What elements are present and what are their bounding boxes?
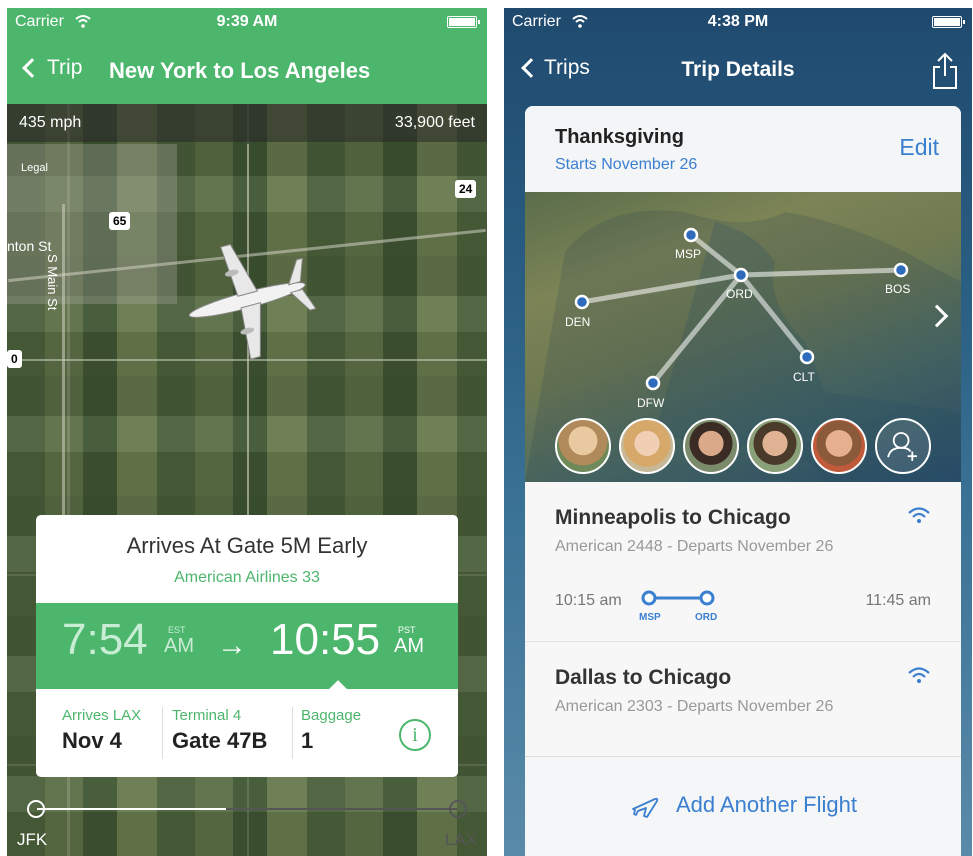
departure-time: 10:15 am	[555, 592, 622, 609]
flight-subtitle: American 2303 - Departs November 26	[555, 698, 834, 715]
airplane-icon	[188, 243, 317, 360]
traveler-avatars	[555, 418, 931, 474]
route-shield: 65	[109, 212, 131, 230]
map-pin	[893, 262, 909, 278]
status-bar: Carrier 4:38 PM	[504, 8, 972, 36]
route-map[interactable]: MSP ORD BOS DEN CLT DFW	[525, 192, 961, 482]
flight-row[interactable]: Minneapolis to Chicago American 2448 - D…	[525, 482, 961, 642]
divider	[292, 707, 293, 759]
route-to-code: ORD	[695, 612, 717, 623]
avatar[interactable]	[811, 418, 867, 474]
airline-flight: American Airlines 33	[174, 569, 320, 586]
airplane-icon	[632, 797, 659, 818]
avatar[interactable]	[619, 418, 675, 474]
destination-marker	[449, 800, 467, 818]
detail-label: Arrives LAX	[62, 707, 142, 724]
flight-subtitle: American 2448 - Departs November 26	[555, 538, 834, 555]
nav-bar: Carrier 9:39 AM Trip New York to Los Ang…	[7, 8, 487, 104]
add-flight-content: Add Another Flight	[525, 791, 961, 821]
divider	[162, 707, 163, 759]
departure-ampm: AM	[164, 635, 194, 657]
avatar[interactable]	[555, 418, 611, 474]
detail-value: Nov 4	[62, 728, 122, 753]
add-person-icon	[887, 432, 917, 461]
flight-tracker-screen: 435 mph 33,900 feet Legal nton St S Main…	[7, 8, 487, 856]
back-button[interactable]: Trip	[22, 56, 83, 80]
trip-card: Thanksgiving Starts November 26 Edit MSP…	[525, 106, 961, 856]
detail-value: 1	[301, 728, 314, 753]
route-shield: 0	[7, 350, 22, 368]
altitude-readout: 33,900 feet	[394, 114, 475, 131]
back-label: Trip	[47, 56, 83, 79]
info-icon[interactable]: i	[399, 719, 431, 751]
detail-label: Baggage	[301, 707, 362, 724]
flight-route-title: Dallas to Chicago	[555, 666, 732, 689]
arrival-zone: PST	[398, 625, 416, 635]
destination-code: LAX	[444, 830, 477, 849]
flight-status-card[interactable]: Arrives At Gate 5M Early American Airlin…	[36, 515, 458, 777]
page-title: New York to Los Angeles	[109, 58, 371, 83]
chevron-left-icon	[22, 58, 42, 78]
trip-details-screen: Carrier 4:38 PM Trips Trip Details Thank…	[504, 8, 972, 856]
map-pin	[799, 349, 815, 365]
city-label: ORD	[726, 287, 753, 301]
trip-name: Thanksgiving	[555, 126, 684, 148]
page-title: Trip Details	[681, 58, 795, 81]
route-from-code: MSP	[639, 612, 661, 623]
wifi-icon	[908, 667, 930, 683]
street-label: nton St	[7, 238, 52, 254]
detail-value: Gate 47B	[172, 728, 268, 753]
flight-route-title: Minneapolis to Chicago	[555, 506, 791, 529]
progress-fill	[37, 808, 226, 810]
city-label: DEN	[565, 315, 590, 329]
arrival-time: 10:55	[270, 615, 381, 664]
flight-progress: JFK LAX	[7, 784, 487, 856]
clock: 4:38 PM	[707, 13, 769, 30]
avatar[interactable]	[747, 418, 803, 474]
origin-marker	[27, 800, 45, 818]
route-shield: 24	[455, 180, 477, 198]
flight-stats-bar: 435 mph 33,900 feet	[7, 104, 487, 142]
trip-start-date: Starts November 26	[555, 156, 698, 173]
add-flight-button[interactable]: Add Another Flight	[525, 756, 961, 856]
departure-time: 7:54	[62, 615, 148, 664]
city-label: BOS	[885, 282, 910, 296]
times-panel: 7:54 EST AM → 10:55 PST AM	[36, 603, 458, 689]
mini-route-graphic: MSP ORD	[639, 590, 717, 623]
wifi-icon	[908, 507, 930, 523]
map-pin	[645, 375, 661, 391]
origin-code: JFK	[17, 830, 48, 849]
arrival-date-cell: Arrives LAX Nov 4	[62, 707, 141, 754]
status-bar: Carrier 9:39 AM	[7, 8, 487, 36]
gate-status: Arrives At Gate 5M Early	[126, 533, 368, 558]
city-label: MSP	[675, 247, 701, 261]
add-flight-label: Add Another Flight	[675, 791, 857, 817]
battery-icon	[447, 16, 480, 28]
map-pin	[733, 267, 749, 283]
baggage-cell: Baggage 1	[301, 707, 361, 754]
arrow-right-icon: →	[217, 629, 247, 662]
speed-readout: 435 mph	[19, 114, 82, 131]
edit-button[interactable]: Edit	[899, 134, 939, 161]
map-pin	[683, 227, 699, 243]
detail-label: Terminal 4	[172, 707, 242, 724]
street-label: S Main St	[45, 254, 60, 311]
add-traveler-button[interactable]	[875, 418, 931, 474]
battery-icon	[932, 16, 965, 28]
map-pin	[574, 294, 590, 310]
avatar[interactable]	[683, 418, 739, 474]
departure-zone: EST	[168, 625, 186, 635]
arrival-time: 11:45 am	[865, 592, 931, 609]
trip-header: Thanksgiving Starts November 26 Edit	[525, 106, 961, 192]
clock: 9:39 AM	[216, 13, 278, 30]
city-label: DFW	[637, 396, 665, 410]
city-label: CLT	[793, 370, 815, 384]
gate-cell: Terminal 4 Gate 47B	[172, 707, 267, 754]
legal-link[interactable]: Legal	[21, 162, 48, 174]
share-icon[interactable]	[932, 52, 958, 90]
flight-details-row: Arrives LAX Nov 4 Terminal 4 Gate 47B Ba…	[36, 689, 458, 777]
arrival-ampm: AM	[394, 635, 424, 657]
